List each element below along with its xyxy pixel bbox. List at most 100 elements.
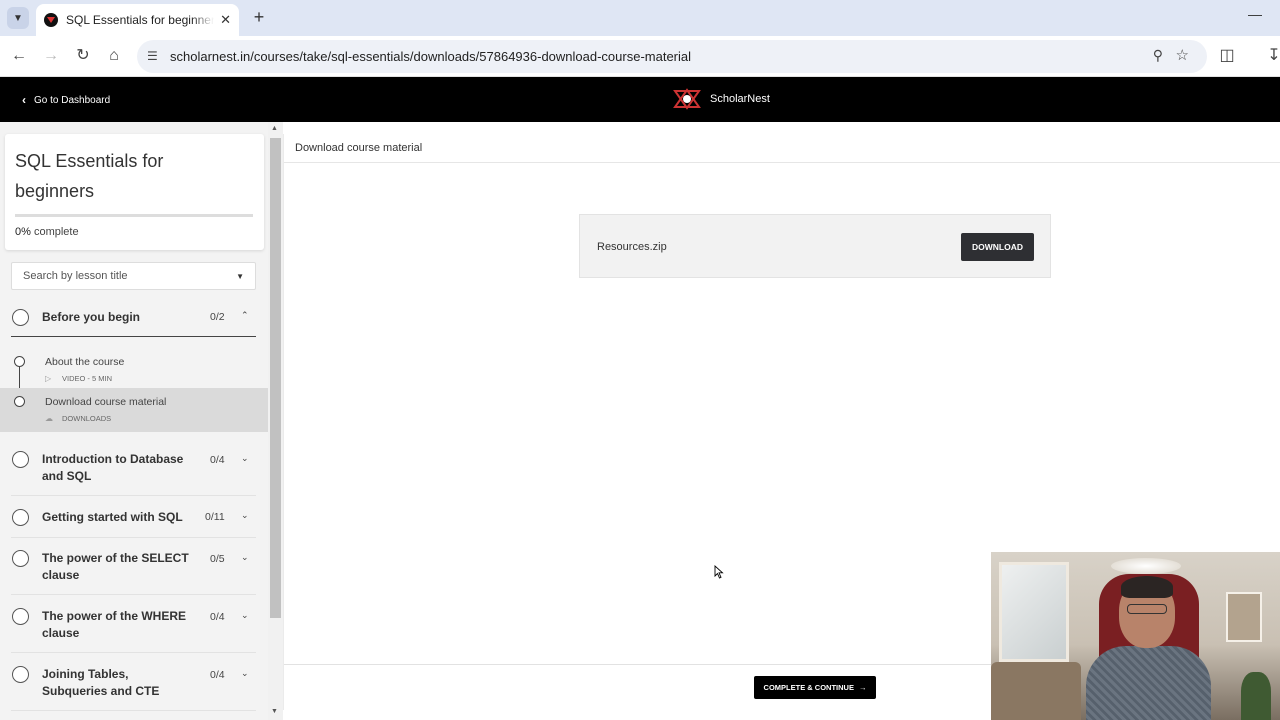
browser-toolbar: ← → ↻ ⌂ ☰ scholarnest.in/courses/take/sq…	[0, 36, 1280, 77]
course-title: SQL Essentials for beginners	[15, 151, 164, 201]
extensions-icon[interactable]: ◫	[1217, 46, 1237, 66]
scroll-down-arrow-icon[interactable]: ▼	[271, 708, 278, 715]
progress-suffix: complete	[33, 226, 79, 238]
section-count: 0/2	[210, 311, 225, 323]
section-title: Joining Tables, Subqueries and CTE	[42, 667, 160, 698]
section-title: Introduction to Database and SQL	[42, 452, 184, 483]
section-status-circle-icon	[12, 608, 29, 625]
section-joining-tables[interactable]: Joining Tables, Subqueries and CTE 0/4 ⌄	[0, 661, 268, 711]
arrow-right-icon: →	[858, 683, 867, 692]
go-to-dashboard-label: Go to Dashboard	[34, 94, 111, 106]
search-placeholder: Search by lesson title	[23, 270, 128, 282]
back-arrow-icon[interactable]: ←	[9, 46, 29, 66]
section-status-circle-icon	[12, 509, 29, 526]
complete-and-continue-button[interactable]: COMPLETE & CONTINUE →	[754, 676, 876, 699]
complete-button-label: COMPLETE & CONTINUE	[763, 683, 854, 692]
section-status-circle-icon	[12, 666, 29, 683]
browser-tabbar: ▼ SQL Essentials for beginners - S ✕ + —	[0, 0, 1280, 36]
section-status-circle-icon	[12, 309, 29, 326]
lesson-meta-text: VIDEO - 5 MIN	[62, 374, 113, 383]
lesson-title: Download course material	[45, 396, 167, 408]
lesson-download-course-material[interactable]: Download course material ☁ DOWNLOADS	[0, 388, 268, 432]
section-getting-started[interactable]: Getting started with SQL 0/11 ⌄	[0, 504, 268, 538]
section-title: Getting started with SQL	[42, 510, 183, 524]
presenter-webcam-video	[991, 552, 1280, 720]
browser-tab[interactable]: SQL Essentials for beginners - S ✕	[36, 4, 239, 36]
section-before-you-begin[interactable]: Before you begin 0/2 ⌃	[0, 304, 268, 338]
lesson-about-the-course[interactable]: About the course ▷ VIDEO - 5 MIN	[0, 348, 268, 392]
section-divider	[11, 537, 256, 538]
section-divider	[11, 652, 256, 653]
scroll-up-arrow-icon[interactable]: ▲	[271, 125, 278, 132]
lesson-status-circle-icon	[14, 356, 25, 367]
lesson-meta: ☁ DOWNLOADS	[45, 414, 111, 423]
reload-icon[interactable]: ↻	[73, 46, 93, 66]
chevron-down-icon: ⌄	[241, 453, 249, 463]
section-count: 0/4	[210, 611, 225, 623]
minimize-window-icon[interactable]: —	[1248, 6, 1262, 22]
course-card: SQL Essentials for beginners 0% complete	[5, 134, 264, 250]
url-text[interactable]: scholarnest.in/courses/take/sql-essentia…	[170, 49, 691, 64]
chevron-up-icon: ⌃	[241, 310, 249, 320]
lesson-meta-text: DOWNLOADS	[62, 414, 112, 423]
forward-arrow-icon[interactable]: →	[41, 46, 61, 66]
progress-text: 0% complete	[15, 226, 79, 238]
section-power-of-select[interactable]: The power of the SELECT clause 0/5 ⌄	[0, 545, 268, 595]
brand-name: ScholarNest	[710, 93, 770, 105]
file-name: Resources.zip	[597, 241, 667, 253]
new-tab-icon[interactable]: +	[249, 7, 269, 28]
tab-title: SQL Essentials for beginners - S	[66, 13, 215, 27]
brand: ScholarNest	[672, 88, 770, 110]
lesson-title: About the course	[45, 356, 125, 368]
presenter-hair	[1121, 576, 1173, 598]
section-count: 0/4	[210, 669, 225, 681]
site-favicon-icon	[44, 13, 58, 27]
cloud-download-icon: ☁	[45, 414, 53, 423]
section-title: The power of the WHERE clause	[42, 609, 186, 640]
tab-search-chevron-icon[interactable]: ▼	[7, 7, 29, 29]
section-divider	[11, 336, 256, 337]
address-bar[interactable]: ☰ scholarnest.in/courses/take/sql-essent…	[137, 40, 1207, 73]
caret-down-icon: ▼	[236, 271, 244, 281]
video-bg-lamp	[1111, 558, 1181, 574]
section-status-circle-icon	[12, 451, 29, 468]
progress-percent: 0%	[15, 226, 31, 238]
bookmark-star-icon[interactable]: ☆	[1176, 46, 1189, 64]
page-title: Download course material	[295, 142, 423, 154]
lesson-meta: ▷ VIDEO - 5 MIN	[45, 374, 112, 383]
app-header: ‹ Go to Dashboard ScholarNest	[0, 77, 1280, 122]
download-button[interactable]: DOWNLOAD	[961, 233, 1034, 261]
video-bg-art	[1226, 592, 1262, 642]
chevron-down-icon: ⌄	[241, 552, 249, 562]
section-divider	[11, 594, 256, 595]
site-settings-icon[interactable]: ☰	[147, 49, 158, 63]
close-tab-icon[interactable]: ✕	[220, 12, 231, 28]
course-sidebar: SQL Essentials for beginners 0% complete…	[0, 122, 283, 720]
section-title: Before you begin	[42, 310, 141, 324]
course-progress-bar	[15, 214, 253, 217]
chevron-left-icon: ‹	[22, 93, 26, 107]
home-icon[interactable]: ⌂	[104, 46, 124, 66]
section-divider	[11, 710, 256, 711]
section-count: 0/5	[210, 553, 225, 565]
section-power-of-where[interactable]: The power of the WHERE clause 0/4 ⌄	[0, 603, 268, 653]
section-count: 0/11	[205, 511, 225, 523]
download-file-card: Resources.zip DOWNLOAD	[579, 214, 1051, 278]
lesson-status-circle-icon	[14, 396, 25, 407]
video-bg-plant	[1241, 672, 1271, 720]
title-divider	[284, 162, 1280, 163]
video-icon: ▷	[45, 374, 52, 383]
downloads-icon[interactable]: ↧	[1264, 46, 1280, 66]
section-status-circle-icon	[12, 550, 29, 567]
section-introduction-to-database[interactable]: Introduction to Database and SQL 0/4 ⌄	[0, 446, 268, 496]
go-to-dashboard-link[interactable]: ‹ Go to Dashboard	[22, 93, 110, 107]
mouse-cursor-icon	[714, 565, 724, 579]
scholarnest-logo-icon	[673, 88, 701, 110]
chevron-down-icon: ⌄	[241, 510, 249, 520]
sidebar-scrollbar-thumb[interactable]	[270, 138, 281, 618]
section-divider	[11, 495, 256, 496]
chevron-down-icon: ⌄	[241, 668, 249, 678]
lesson-search-select[interactable]: Search by lesson title ▼	[11, 262, 256, 290]
section-count: 0/4	[210, 454, 225, 466]
zoom-icon[interactable]: ⚲	[1153, 47, 1163, 64]
